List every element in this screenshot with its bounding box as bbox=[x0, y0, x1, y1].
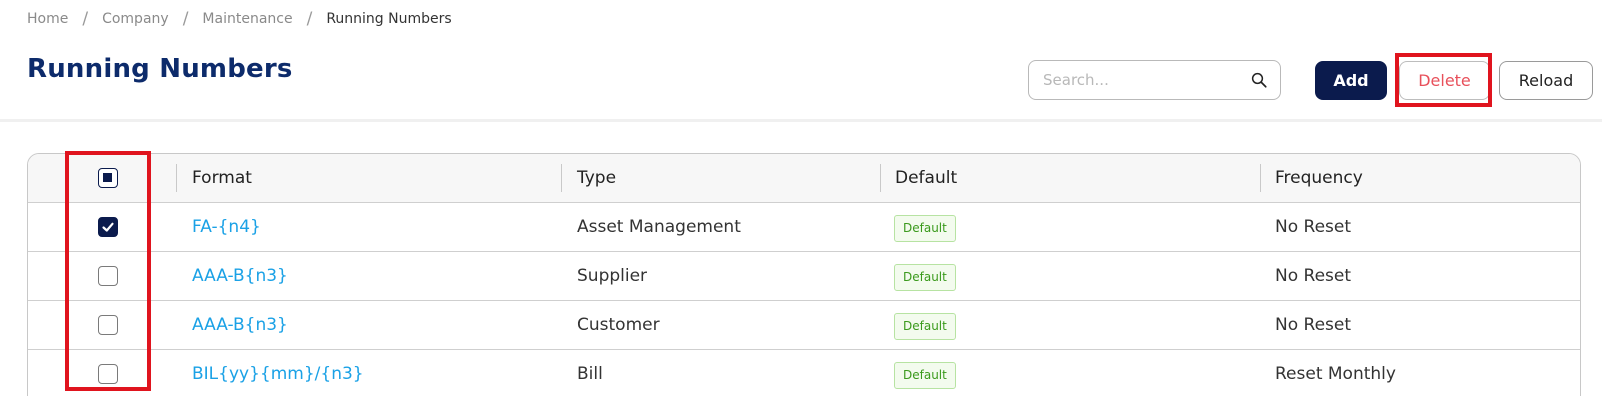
breadcrumb-home[interactable]: Home bbox=[27, 11, 68, 27]
default-badge: Default bbox=[894, 313, 956, 340]
column-header-format[interactable]: Format bbox=[192, 154, 252, 203]
row-checkbox[interactable] bbox=[98, 217, 118, 237]
search-icon[interactable] bbox=[1250, 71, 1268, 89]
reload-button[interactable]: Reload bbox=[1499, 61, 1593, 100]
breadcrumb: Home / Company / Maintenance / Running N… bbox=[27, 9, 452, 29]
format-link[interactable]: AAA-B{n3} bbox=[192, 252, 288, 300]
breadcrumb-separator: / bbox=[182, 9, 189, 29]
default-badge: Default bbox=[894, 215, 956, 242]
row-checkbox[interactable] bbox=[98, 364, 118, 384]
frequency-cell: No Reset bbox=[1275, 315, 1352, 335]
format-link[interactable]: FA-{n4} bbox=[192, 203, 261, 251]
check-icon bbox=[102, 222, 114, 232]
column-header-frequency[interactable]: Frequency bbox=[1275, 154, 1363, 203]
column-divider bbox=[880, 164, 881, 192]
type-cell: Asset Management bbox=[577, 217, 741, 237]
frequency-cell: No Reset bbox=[1275, 266, 1352, 286]
table-row[interactable]: FA-{n4} Asset Management Default No Rese… bbox=[28, 203, 1580, 252]
breadcrumb-current: Running Numbers bbox=[326, 11, 452, 27]
column-divider bbox=[1260, 164, 1261, 192]
search-input[interactable] bbox=[1029, 71, 1239, 89]
running-numbers-table: Format Type Default Frequency FA-{n4} As… bbox=[27, 153, 1581, 396]
breadcrumb-maintenance[interactable]: Maintenance bbox=[202, 11, 292, 27]
default-badge: Default bbox=[894, 264, 956, 291]
table-row[interactable]: AAA-B{n3} Supplier Default No Reset bbox=[28, 252, 1580, 301]
header-divider bbox=[0, 119, 1602, 122]
frequency-cell: Reset Monthly bbox=[1275, 364, 1396, 384]
breadcrumb-company[interactable]: Company bbox=[102, 11, 169, 27]
column-header-type[interactable]: Type bbox=[577, 154, 616, 203]
table-header: Format Type Default Frequency bbox=[28, 154, 1580, 203]
format-link[interactable]: BIL{yy}{mm}/{n3} bbox=[192, 350, 364, 396]
default-badge: Default bbox=[894, 362, 956, 389]
table-row[interactable]: AAA-B{n3} Customer Default No Reset bbox=[28, 301, 1580, 350]
add-button[interactable]: Add bbox=[1315, 61, 1387, 100]
breadcrumb-separator: / bbox=[306, 9, 313, 29]
delete-button[interactable]: Delete bbox=[1399, 61, 1490, 100]
row-checkbox[interactable] bbox=[98, 266, 118, 286]
column-divider bbox=[561, 164, 562, 192]
column-header-default[interactable]: Default bbox=[895, 154, 957, 203]
frequency-cell: No Reset bbox=[1275, 217, 1352, 237]
type-cell: Supplier bbox=[577, 266, 648, 286]
select-all-checkbox[interactable] bbox=[98, 168, 118, 188]
column-divider bbox=[176, 164, 177, 192]
type-cell: Customer bbox=[577, 315, 660, 335]
format-link[interactable]: AAA-B{n3} bbox=[192, 301, 288, 349]
row-checkbox[interactable] bbox=[98, 315, 118, 335]
type-cell: Bill bbox=[577, 364, 603, 384]
search-box bbox=[1028, 60, 1281, 100]
breadcrumb-separator: / bbox=[82, 9, 89, 29]
page-title: Running Numbers bbox=[27, 54, 293, 84]
table-row[interactable]: BIL{yy}{mm}/{n3} Bill Default Reset Mont… bbox=[28, 350, 1580, 396]
